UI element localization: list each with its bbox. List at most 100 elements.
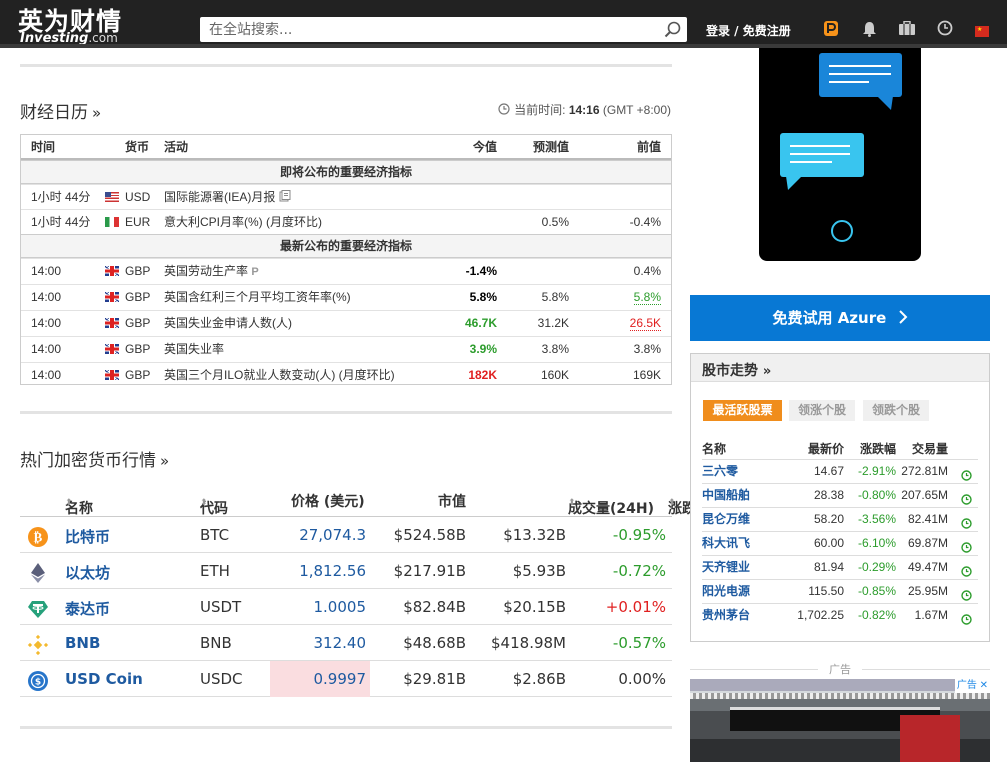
stock-row[interactable]: 昆仑万维 58.20 -3.56% 82.41M: [702, 507, 978, 531]
crypto-row[interactable]: $USD CoinUSDC0.9997$29.81B$2.86B0.00%: [20, 661, 672, 697]
svg-text:$: $: [35, 678, 41, 688]
tether-icon: [27, 598, 49, 620]
current-time: 当前时间: 14:16 (GMT +8:00): [498, 101, 671, 118]
phone-button-icon: [829, 218, 855, 244]
stock-name-link[interactable]: 三六零: [702, 460, 738, 483]
bitcoin-icon: ₿: [27, 526, 49, 548]
event-forecast: 160K: [541, 363, 569, 388]
stock-row[interactable]: 中国船舶28.38-0.80%207.65M: [702, 483, 978, 507]
coin-name-link[interactable]: 泰达币: [65, 598, 110, 619]
pro-icon[interactable]: [823, 20, 839, 37]
flag-gb-icon: [105, 318, 119, 328]
stock-change: -0.82%: [858, 604, 896, 627]
crypto-section-title[interactable]: 热门加密货币行情»: [20, 446, 169, 471]
stock-volume: 82.41M: [908, 508, 948, 531]
stock-trend-panel: 股市走势 » 最活跃股票 领涨个股 领跌个股 名称 最新价 涨跌幅 交易量 三六…: [690, 353, 990, 642]
coin-change: +0.01%: [606, 598, 666, 616]
col-cap[interactable]: 市值: [438, 491, 466, 511]
clock-icon: [498, 103, 510, 115]
login-register-link[interactable]: 登录 / 免费注册: [706, 22, 791, 39]
col-price[interactable]: 价格 (美元): [291, 491, 365, 511]
event-actual: 5.8%: [470, 285, 497, 310]
chat-bubble-icon: [780, 133, 864, 177]
event-name[interactable]: 国际能源署(IEA)月报: [164, 185, 291, 210]
preliminary-icon: P: [251, 266, 258, 278]
economic-calendar-table: 时间 货币 活动 今值 预测值 前值 即将公布的重要经济指标 1小时 44分US…: [20, 134, 672, 385]
calendar-event-row[interactable]: 14:00GBP英国劳动生产率 P-1.4%0.4%: [21, 258, 671, 284]
event-name[interactable]: 英国失业金申请人数(人): [164, 311, 292, 336]
stock-change: -3.56%: [858, 508, 896, 531]
stock-last-price: 1,702.25: [797, 604, 844, 627]
calendar-event-row[interactable]: 14:00GBP英国三个月ILO就业人数变动(人) (月度环比)182K160K…: [21, 362, 671, 388]
section-divider: [20, 64, 672, 67]
stock-row[interactable]: 贵州茅台1,702.25-0.82%1.67M: [702, 603, 978, 627]
stock-row[interactable]: 阳光电源115.50-0.85%25.95M: [702, 579, 978, 603]
event-currency: USD: [125, 185, 150, 210]
event-actual: 46.7K: [465, 311, 497, 336]
coin-change: -0.72%: [613, 562, 666, 580]
coin-price: 27,074.3: [299, 526, 366, 544]
stock-trend-title[interactable]: 股市走势 »: [691, 354, 989, 382]
col-previous: 前值: [637, 135, 661, 160]
stock-change: -0.85%: [858, 580, 896, 603]
stock-change: -0.80%: [858, 484, 896, 507]
investing-logo[interactable]: 英为财情 Investing.com: [18, 9, 188, 45]
coin-change: 0.00%: [618, 670, 666, 688]
stock-name-link[interactable]: 贵州茅台: [702, 604, 750, 627]
event-name[interactable]: 英国劳动生产率 P: [164, 259, 259, 285]
event-name[interactable]: 英国三个月ILO就业人数变动(人) (月度环比): [164, 363, 395, 388]
stock-last-price: 58.20: [814, 508, 844, 531]
col-forecast: 预测值: [533, 135, 569, 160]
crypto-row[interactable]: ₿比特币BTC27,074.3$524.58B$13.32B-0.95%: [20, 517, 672, 553]
coin-name-link[interactable]: 比特币: [65, 526, 110, 547]
event-time: 14:00: [31, 363, 61, 388]
search-input[interactable]: [200, 17, 655, 42]
section-divider: [20, 726, 672, 729]
stock-name-link[interactable]: 昆仑万维: [702, 508, 750, 531]
coin-name-link[interactable]: USD Coin: [65, 670, 143, 688]
stock-name-link[interactable]: 中国船舶: [702, 484, 750, 507]
event-name[interactable]: 意大利CPI月率(%) (月度环比): [164, 210, 322, 235]
ad-banner[interactable]: 广告 ✕: [690, 679, 990, 762]
stock-name-link[interactable]: 科大讯飞: [702, 532, 750, 555]
event-time: 14:00: [31, 285, 61, 310]
tab-top-losers[interactable]: 领跌个股: [863, 400, 929, 421]
china-flag-icon[interactable]: ★: [975, 26, 989, 37]
event-name[interactable]: 英国失业率: [164, 337, 224, 362]
calendar-event-row[interactable]: 14:00GBP英国失业金申请人数(人)46.7K31.2K26.5K: [21, 310, 671, 336]
crypto-row[interactable]: BNBBNB312.40$48.68B$418.98M-0.57%: [20, 625, 672, 661]
coin-market-cap: $524.58B: [394, 526, 466, 544]
stock-row[interactable]: 科大讯飞60.00-6.10%69.87M: [702, 531, 978, 555]
economic-calendar-title[interactable]: 财经日历»: [20, 98, 101, 123]
search-icon[interactable]: [664, 21, 681, 38]
ad-close-badge[interactable]: 广告 ✕: [955, 679, 990, 693]
event-time: 14:00: [31, 259, 61, 284]
clock-icon[interactable]: [937, 20, 953, 36]
stock-name-link[interactable]: 天齐锂业: [702, 556, 750, 579]
flag-gb-icon: [105, 344, 119, 354]
stock-name-link[interactable]: 阳光电源: [702, 580, 750, 603]
coin-name-link[interactable]: 以太坊: [65, 562, 110, 583]
azure-free-trial-button[interactable]: 免费试用 Azure: [690, 295, 990, 341]
calendar-event-row[interactable]: 1小时 44分EUR意大利CPI月率(%) (月度环比)0.5%-0.4%: [21, 209, 671, 235]
event-time: 1小时 44分: [31, 210, 90, 235]
calendar-event-row[interactable]: 14:00GBP英国含红利三个月平均工资年率(%)5.8%5.8%5.8%: [21, 284, 671, 310]
stock-volume: 49.47M: [908, 556, 948, 579]
event-name[interactable]: 英国含红利三个月平均工资年率(%): [164, 285, 351, 310]
flag-us-icon: [105, 192, 119, 202]
crypto-row[interactable]: 以太坊ETH1,812.56$217.91B$5.93B-0.72%: [20, 553, 672, 589]
coin-name-link[interactable]: BNB: [65, 634, 100, 652]
crypto-row[interactable]: 泰达币USDT1.0005$82.84B$20.15B+0.01%: [20, 589, 672, 625]
portfolio-icon[interactable]: [898, 21, 916, 36]
stock-row[interactable]: 三六零14.67-2.91%272.81M: [702, 459, 978, 483]
stock-volume: 69.87M: [908, 532, 948, 555]
event-currency: GBP: [125, 311, 150, 336]
tab-top-gainers[interactable]: 领涨个股: [789, 400, 855, 421]
flag-gb-icon: [105, 292, 119, 302]
event-forecast: 0.5%: [542, 210, 569, 235]
bell-icon[interactable]: [862, 21, 877, 37]
calendar-event-row[interactable]: 14:00GBP英国失业率3.9%3.8%3.8%: [21, 336, 671, 362]
tab-most-active[interactable]: 最活跃股票: [703, 400, 782, 421]
stock-row[interactable]: 天齐锂业81.94-0.29%49.47M: [702, 555, 978, 579]
calendar-event-row[interactable]: 1小时 44分USD国际能源署(IEA)月报: [21, 184, 671, 210]
